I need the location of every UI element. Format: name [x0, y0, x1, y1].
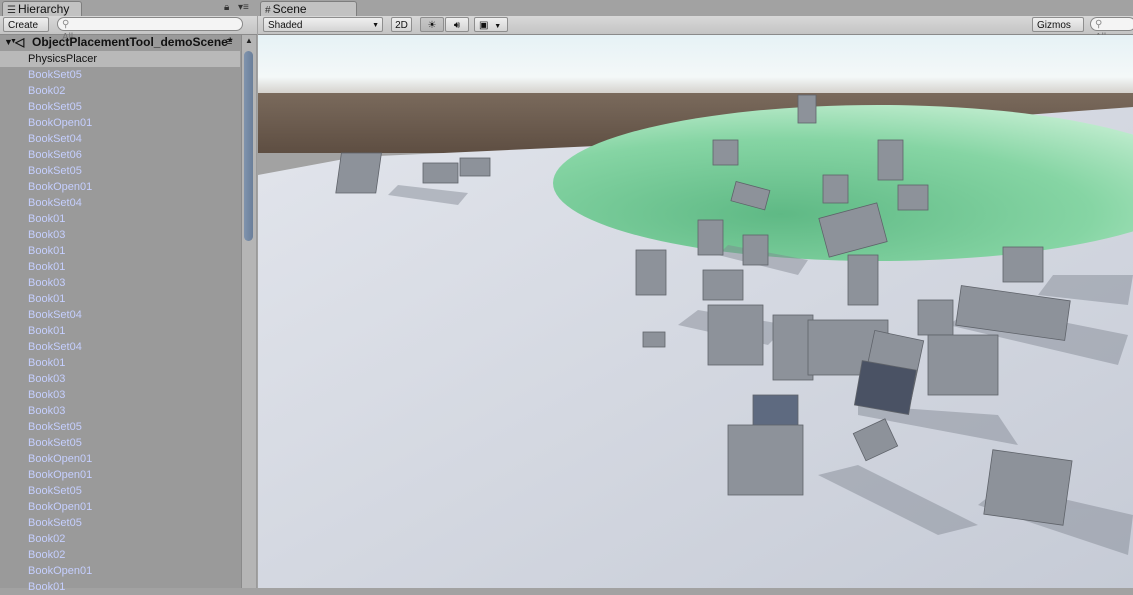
hierarchy-item[interactable]: PhysicsPlacer — [0, 51, 240, 67]
scene-menu-icon[interactable]: ≡ — [226, 35, 232, 50]
hierarchy-item[interactable]: Book01 — [0, 355, 240, 371]
scene-tabstrip: # Scene — [258, 0, 1133, 16]
hierarchy-scrollbar[interactable]: ▲ — [241, 35, 256, 588]
audio-toggle[interactable]: 🔊︎ — [445, 17, 469, 32]
hierarchy-item[interactable]: Book03 — [0, 275, 240, 291]
scene-toolbar: Shaded ▼ 2D ☀ 🔊︎ ▣ ▼ Gizmos ▼ ⚲ — [258, 16, 1133, 45]
search-icon: ⚲ — [1095, 19, 1103, 30]
hierarchy-item[interactable]: BookSet05 — [0, 483, 240, 499]
hierarchy-item[interactable]: Book01 — [0, 323, 240, 339]
hierarchy-item[interactable]: BookOpen01 — [0, 451, 240, 467]
dropdown-arrow-icon: ▼ — [494, 23, 502, 30]
hierarchy-list: PhysicsPlacer BookSet05 Book02 BookSet05 Boo… — [0, 51, 240, 595]
gizmos-label: Gizmos — [1037, 20, 1071, 31]
hierarchy-item[interactable]: Book01 — [0, 291, 240, 307]
disclosure-triangle-icon[interactable]: ▼ — [4, 35, 13, 50]
scene-panel: #Scene Shaded ▼ 2D ☀ 🔊︎ ▣ ▼ Gizmos ▼ ⚲ — [258, 0, 1133, 588]
hierarchy-search[interactable]: ⚲ — [57, 17, 243, 44]
shading-mode-label: Shaded — [268, 20, 303, 31]
hierarchy-item[interactable]: BookSet05 — [0, 435, 240, 451]
hierarchy-item[interactable]: BookSet05 — [0, 515, 240, 531]
hierarchy-panel: ☰Hierarchy 🔒︎ ▾≡ Create ▼ ⚲ ▼ ◁ ObjectPl… — [0, 0, 257, 593]
hierarchy-item[interactable]: Book02 — [0, 531, 240, 547]
hierarchy-item[interactable]: Book03 — [0, 227, 240, 243]
hierarchy-item[interactable]: BookSet05 — [0, 67, 240, 83]
hierarchy-item[interactable]: Book01 — [0, 211, 240, 227]
hierarchy-item[interactable]: BookSet04 — [0, 307, 240, 323]
hierarchy-scroll-thumb[interactable] — [244, 51, 253, 241]
hierarchy-item[interactable]: Book01 — [0, 243, 240, 259]
hierarchy-tabstrip: ☰ Hierarchy 🔒︎ ▾≡ — [0, 0, 257, 16]
hierarchy-item[interactable]: Book03 — [0, 403, 240, 419]
scroll-up-icon[interactable]: ▲ — [245, 36, 253, 45]
create-button-label: Create — [8, 20, 39, 31]
hierarchy-item[interactable]: BookOpen01 — [0, 467, 240, 483]
scene-search[interactable]: ⚲ — [1090, 17, 1133, 44]
lighting-toggle[interactable]: ☀ — [420, 17, 444, 32]
hierarchy-toolbar: Create ▼ ⚲ — [0, 16, 257, 45]
2d-toggle[interactable]: 2D — [391, 17, 412, 32]
image-icon: ▣ — [479, 20, 489, 31]
tab-hierarchy-label: Hierarchy — [17, 2, 70, 16]
2d-toggle-label: 2D — [395, 20, 408, 31]
hierarchy-item[interactable]: Book02 — [0, 83, 240, 99]
scene-root-row[interactable]: ▼ ◁ ObjectPlacementTool_demoScene* ≡ — [0, 35, 240, 50]
dropdown-arrow-icon: ▼ — [372, 22, 379, 29]
hierarchy-item[interactable]: Book03 — [0, 387, 240, 403]
scene-render — [258, 35, 1133, 588]
hierarchy-item[interactable]: BookSet04 — [0, 131, 240, 147]
hierarchy-item[interactable]: Book01 — [0, 259, 240, 275]
grid-icon: # — [265, 5, 271, 16]
scene-viewport[interactable] — [258, 35, 1133, 588]
hierarchy-item[interactable]: BookOpen01 — [0, 563, 240, 579]
scene-name: ObjectPlacementTool_demoScene* — [32, 35, 233, 49]
effects-dropdown[interactable]: ▣ ▼ — [474, 17, 508, 32]
menu-icon[interactable]: ▾≡ — [238, 2, 249, 13]
hierarchy-item[interactable]: Book01 — [0, 579, 240, 595]
tab-scene[interactable]: # Scene — [260, 1, 357, 16]
search-icon: ⚲ — [62, 19, 70, 30]
hierarchy-item[interactable]: BookSet06 — [0, 147, 240, 163]
hierarchy-item[interactable]: BookSet05 — [0, 99, 240, 115]
hierarchy-item[interactable]: BookOpen01 — [0, 115, 240, 131]
gizmos-dropdown[interactable]: Gizmos ▼ — [1032, 17, 1084, 45]
hierarchy-item[interactable]: BookOpen01 — [0, 179, 240, 195]
hierarchy-item[interactable]: BookOpen01 — [0, 499, 240, 515]
hierarchy-item[interactable]: BookSet05 — [0, 419, 240, 435]
hierarchy-item[interactable]: BookSet04 — [0, 339, 240, 355]
create-button[interactable]: Create ▼ — [3, 17, 49, 45]
lock-icon[interactable]: 🔒︎ — [224, 2, 229, 13]
hierarchy-item[interactable]: BookSet04 — [0, 195, 240, 211]
hierarchy-item[interactable]: Book03 — [0, 371, 240, 387]
list-icon: ☰ — [7, 5, 16, 16]
shading-mode-dropdown[interactable]: Shaded ▼ — [263, 17, 383, 32]
tab-hierarchy[interactable]: ☰ Hierarchy — [2, 1, 82, 16]
hierarchy-item[interactable]: BookSet05 — [0, 163, 240, 179]
unity-scene-icon: ◁ — [15, 35, 25, 49]
audio-icon: 🔊︎ — [453, 20, 461, 31]
tab-scene-label: Scene — [272, 2, 307, 16]
hierarchy-item[interactable]: Book02 — [0, 547, 240, 563]
sun-icon: ☀ — [427, 20, 437, 31]
